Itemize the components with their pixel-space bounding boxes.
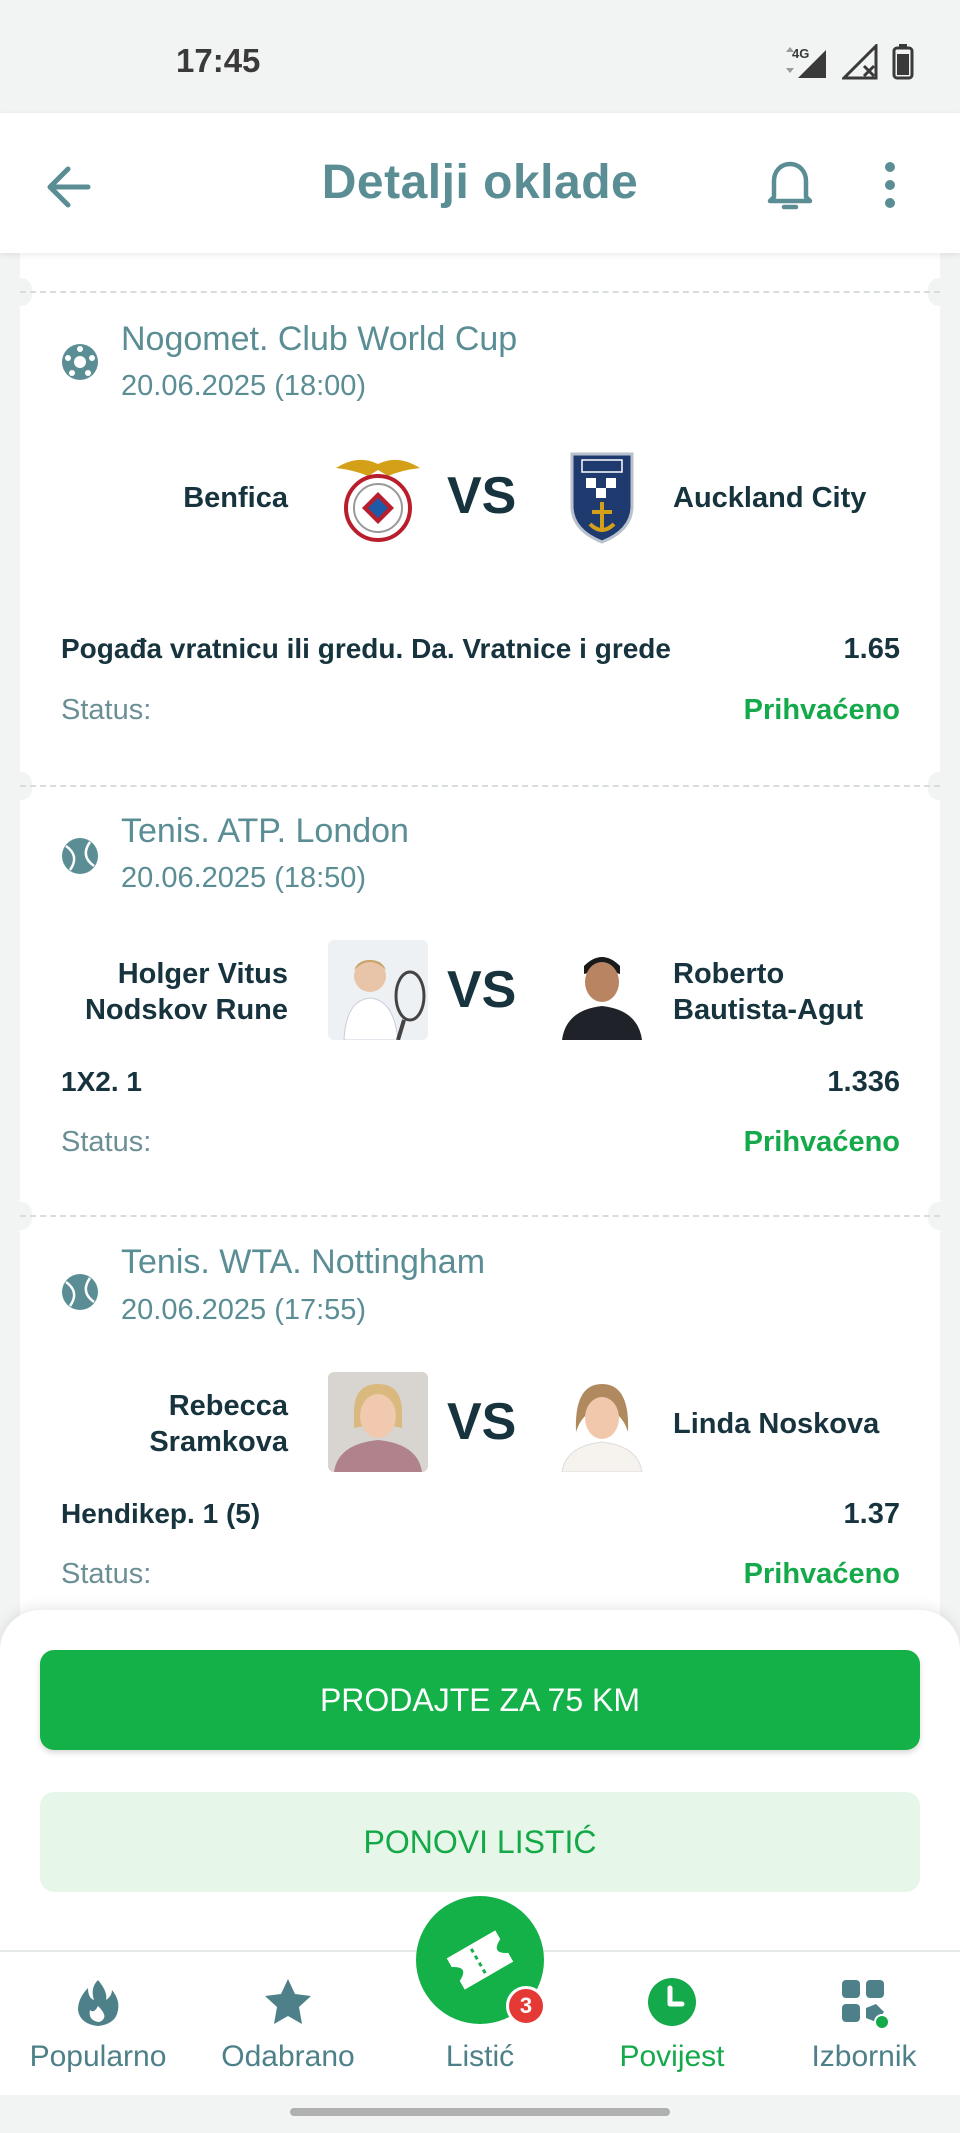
league-name: Tenis. ATP. London xyxy=(121,812,409,850)
away-team-logo xyxy=(552,446,652,546)
match-card[interactable]: Tenis. ATP. London 20.06.2025 (18:50) Ho… xyxy=(20,794,940,1214)
bet-odds: 1.65 xyxy=(843,633,900,665)
divider xyxy=(20,785,940,787)
player-photo-icon xyxy=(552,1372,652,1472)
player-photo-icon xyxy=(328,1372,428,1472)
clock-icon xyxy=(648,1978,696,2026)
bet-market: Pogađa vratnicu ili gredu. Da. Vratnice … xyxy=(61,633,671,664)
match-date: 20.06.2025 (18:00) xyxy=(121,370,367,402)
ticket-count-badge: 3 xyxy=(506,1986,546,2026)
nav-label: Popularno xyxy=(29,2040,167,2073)
status-time: 17:45 xyxy=(176,42,261,79)
status-label: Status: xyxy=(61,1558,152,1590)
home-indicator[interactable] xyxy=(290,2108,670,2116)
notifications-button[interactable] xyxy=(760,153,820,217)
divider xyxy=(20,291,940,293)
football-icon xyxy=(62,344,98,380)
home-player-photo xyxy=(328,940,428,1040)
bell-icon xyxy=(767,161,813,210)
nav-label: Izbornik xyxy=(811,2040,917,2073)
away-team: Auckland City xyxy=(673,482,867,514)
nav-item-izbornik[interactable]: Izbornik xyxy=(768,1952,960,2097)
more-vertical-icon xyxy=(885,162,895,208)
match-date: 20.06.2025 (17:55) xyxy=(121,1294,367,1326)
flame-icon xyxy=(78,1980,119,2026)
vs-label: VS xyxy=(447,961,517,1019)
away-player-photo xyxy=(552,1372,652,1472)
signal-no-service-icon xyxy=(842,44,878,80)
player-photo-icon xyxy=(552,940,652,1040)
away-player-photo xyxy=(552,940,652,1040)
status-icons: 4G xyxy=(778,44,914,80)
home-player-photo xyxy=(328,1372,428,1472)
home-team: Benfica xyxy=(183,482,288,514)
away-player: Linda Noskova xyxy=(673,1408,880,1440)
bet-market: 1X2. 1 xyxy=(61,1066,142,1097)
nav-label: Povijest xyxy=(619,2040,725,2073)
nav-item-odabrano[interactable]: Odabrano xyxy=(192,1952,384,2097)
battery-icon xyxy=(892,44,914,80)
vs-label: VS xyxy=(447,467,517,525)
star-icon xyxy=(265,1979,311,2024)
home-player: Holger Vitus Nodskov Rune xyxy=(84,958,288,1026)
more-options-button[interactable] xyxy=(870,153,910,217)
grid-icon xyxy=(842,1980,890,2028)
home-player: Rebecca Sramkova xyxy=(149,1390,288,1458)
benfica-crest-icon xyxy=(336,459,420,542)
status-label: Status: xyxy=(61,1126,152,1158)
status-value: Prihvaćeno xyxy=(743,694,900,726)
tennis-ball-icon xyxy=(62,1274,98,1310)
league-name: Nogomet. Club World Cup xyxy=(121,320,518,358)
nav-item-povijest[interactable]: Povijest xyxy=(576,1952,768,2097)
status-bar: 17:45 4G xyxy=(0,0,960,113)
vs-label: VS xyxy=(447,1393,517,1451)
status-label: Status: xyxy=(61,694,152,726)
league-name: Tenis. WTA. Nottingham xyxy=(121,1243,486,1281)
home-team-logo xyxy=(328,446,428,546)
auckland-city-crest-icon xyxy=(570,452,634,544)
sell-button[interactable]: PRODAJTE ZA 75 KM xyxy=(40,1650,920,1750)
signal-4g-icon: 4G xyxy=(786,46,826,78)
svg-text:4G: 4G xyxy=(792,46,809,61)
match-card[interactable]: Nogomet. Club World Cup 20.06.2025 (18:0… xyxy=(20,300,940,780)
divider xyxy=(20,1215,940,1217)
nav-label: Odabrano xyxy=(221,2040,355,2073)
bet-odds: 1.336 xyxy=(827,1066,900,1098)
bet-odds: 1.37 xyxy=(843,1498,900,1530)
repeat-ticket-button[interactable]: PONOVI LISTIĆ xyxy=(40,1792,920,1892)
status-value: Prihvaćeno xyxy=(743,1126,900,1158)
bet-market: Hendikep. 1 (5) xyxy=(61,1498,261,1529)
tennis-ball-icon xyxy=(62,838,98,874)
player-photo-icon xyxy=(328,940,428,1040)
away-player: Roberto Bautista-Agut xyxy=(673,958,864,1026)
match-date: 20.06.2025 (18:50) xyxy=(121,862,367,894)
match-card[interactable]: Tenis. WTA. Nottingham 20.06.2025 (17:55… xyxy=(20,1226,940,1646)
status-value: Prihvaćeno xyxy=(743,1558,900,1590)
app-header: Detalji oklade xyxy=(0,113,960,253)
nav-label: Listić xyxy=(445,2040,515,2073)
nav-item-popularno[interactable]: Popularno xyxy=(2,1952,194,2097)
